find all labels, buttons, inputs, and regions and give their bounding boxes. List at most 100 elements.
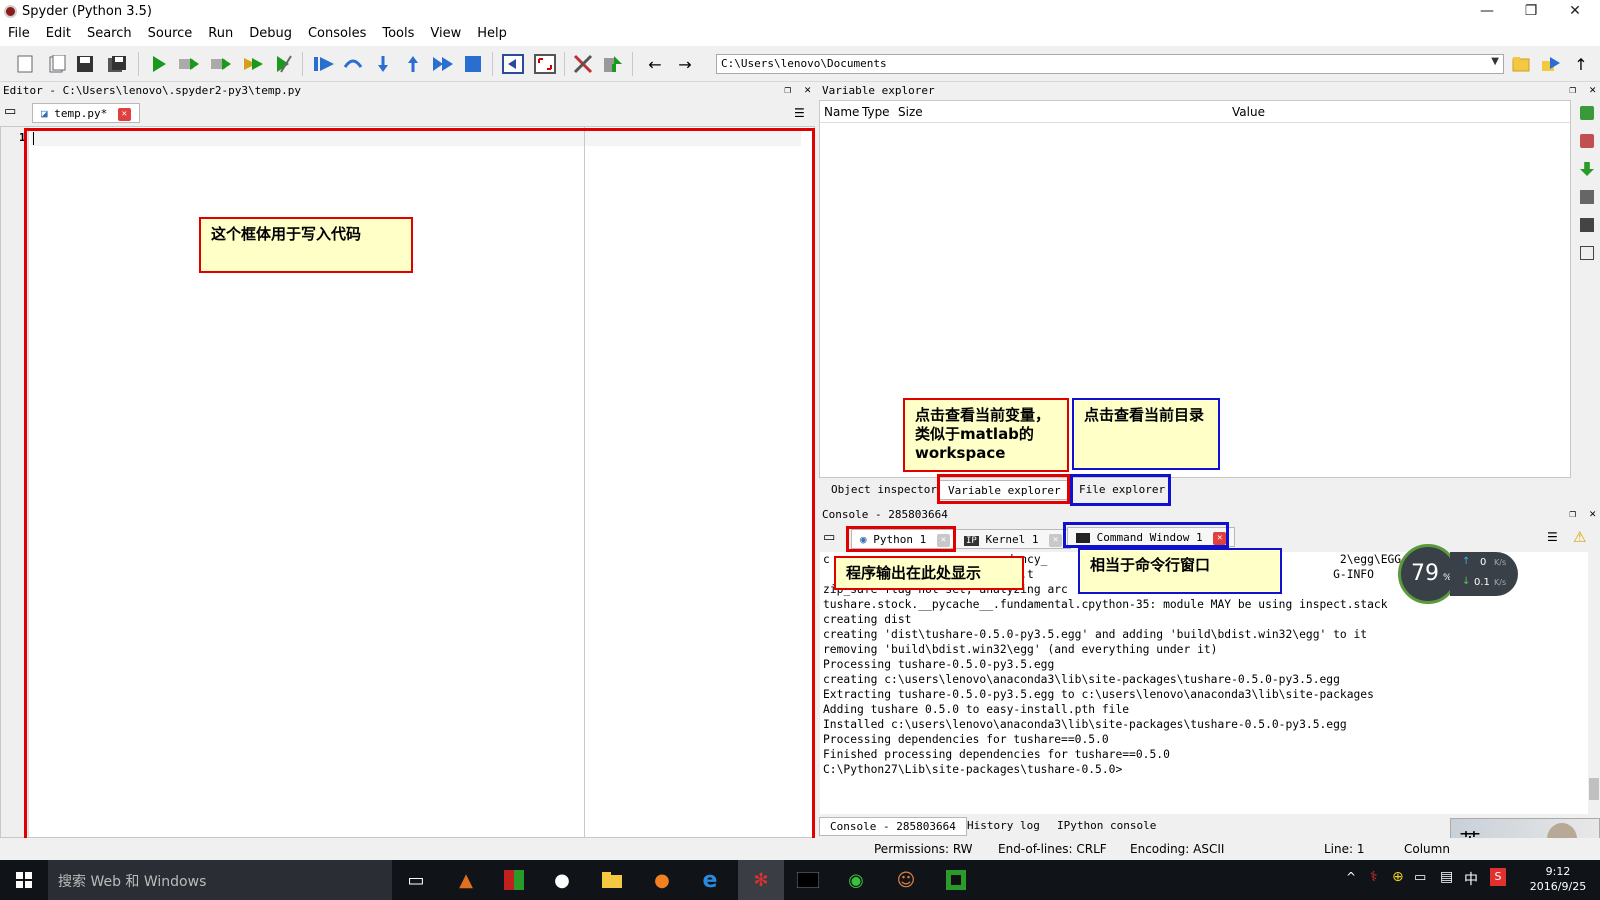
variable-explorer-header: Variable explorer ❐ ✕ [819, 82, 1600, 100]
contacts-icon[interactable]: ☺ [892, 866, 920, 894]
step-return-icon[interactable] [402, 53, 424, 75]
orange-app-icon[interactable]: ● [648, 866, 676, 894]
restore-button[interactable]: ❐ [1508, 0, 1554, 24]
menu-search[interactable]: Search [79, 24, 140, 43]
step-into-icon[interactable] [372, 53, 394, 75]
run-icon[interactable] [148, 53, 170, 75]
menu-view[interactable]: View [422, 24, 469, 43]
tab-kernel-1[interactable]: IP Kernel 1 ✕ [955, 529, 1072, 549]
tab-console[interactable]: Console - 285803664 [819, 817, 967, 836]
parent-directory-icon[interactable]: ↑ [1570, 53, 1592, 75]
warning-icon[interactable]: ⚠ [1573, 528, 1586, 546]
menu-consoles[interactable]: Consoles [300, 24, 374, 43]
preferences-icon[interactable] [572, 53, 594, 75]
file-explorer-icon[interactable] [598, 866, 626, 894]
close-pane-icon[interactable]: ✕ [1589, 83, 1596, 96]
column-value[interactable]: Value [1232, 105, 1265, 119]
tray-action-center-icon[interactable]: ▤ [1440, 869, 1453, 885]
green-app-icon[interactable] [942, 866, 970, 894]
files-annotation-note: 点击查看当前目录 [1072, 398, 1220, 470]
app-red-green-icon[interactable] [500, 866, 528, 894]
tray-chevron-icon[interactable]: ^ [1346, 870, 1356, 884]
tray-ime-indicator[interactable]: 中 [1464, 869, 1478, 889]
tray-sogou-icon[interactable]: S [1490, 868, 1506, 886]
wechat-icon[interactable]: ◉ [842, 866, 870, 894]
close-pane-icon[interactable]: ✕ [1589, 507, 1596, 520]
tray-app-icon[interactable]: ⚕ [1370, 869, 1378, 885]
maximize-pane-icon[interactable] [502, 53, 524, 75]
windows-start-icon[interactable] [10, 866, 38, 894]
undock-icon[interactable]: ❐ [1570, 83, 1577, 96]
back-arrow-icon[interactable]: ← [644, 53, 666, 75]
menu-debug[interactable]: Debug [241, 24, 300, 43]
undock-icon[interactable]: ❐ [785, 83, 792, 96]
forward-arrow-icon[interactable]: → [674, 53, 696, 75]
close-tab-icon[interactable]: ✕ [117, 107, 131, 121]
open-file-icon[interactable] [46, 53, 68, 75]
task-view-icon[interactable]: ▭ [402, 866, 430, 894]
options-menu-icon[interactable] [1580, 246, 1594, 260]
column-name[interactable]: Name [824, 105, 859, 119]
spyder-taskbar-item[interactable]: ✻ [738, 860, 784, 900]
menu-source[interactable]: Source [140, 24, 201, 43]
qq-penguin-icon[interactable]: ● [548, 866, 576, 894]
run-cell-icon[interactable] [178, 53, 200, 75]
options-menu-icon[interactable]: ☰ [1547, 530, 1558, 544]
scrollbar-thumb[interactable] [1589, 778, 1599, 800]
tray-plus-icon[interactable]: ⊕ [1392, 869, 1404, 885]
browse-folder-icon[interactable] [1510, 53, 1532, 75]
tab-ipython-console[interactable]: IPython console [1057, 819, 1156, 832]
browse-tabs-icon[interactable]: ▭ [4, 104, 16, 119]
debug-icon[interactable] [312, 53, 334, 75]
continue-icon[interactable] [432, 53, 454, 75]
tab-history-log[interactable]: History log [967, 819, 1040, 832]
matlab-icon[interactable]: ▲ [452, 866, 480, 894]
column-type[interactable]: Type [862, 105, 890, 119]
step-icon[interactable] [342, 53, 364, 75]
run-config-icon[interactable] [272, 53, 294, 75]
editor-pane-header: Editor - C:\Users\lenovo\.spyder2-py3\te… [0, 82, 815, 100]
save-data-as-icon[interactable] [1580, 218, 1594, 232]
command-window-tab-highlight [1063, 522, 1229, 548]
undock-icon[interactable]: ❐ [1570, 507, 1577, 520]
edge-browser-icon[interactable]: e [696, 866, 724, 894]
working-directory-combobox[interactable]: C:\Users\lenovo\Documents ▼ [716, 54, 1504, 74]
save-all-icon[interactable] [106, 53, 128, 75]
taskbar-search-box[interactable]: 搜索 Web 和 Windows [48, 860, 392, 900]
pythonpath-manager-icon[interactable] [602, 53, 624, 75]
close-button[interactable]: ✕ [1552, 0, 1598, 24]
remove-all-icon[interactable] [1580, 134, 1594, 148]
tray-network-icon[interactable]: ▭ [1414, 870, 1426, 885]
run-cell-advance-icon[interactable] [210, 53, 232, 75]
tray-clock[interactable]: 9:12 2016/9/25 [1524, 864, 1592, 894]
options-menu-icon[interactable]: ☰ [794, 106, 805, 120]
fullscreen-icon[interactable] [534, 53, 556, 75]
download-icon[interactable] [1580, 162, 1594, 176]
menu-file[interactable]: File [0, 24, 38, 43]
close-tab-icon[interactable]: ✕ [1049, 533, 1063, 547]
windows-taskbar: 搜索 Web 和 Windows ▭ ▲ ● ● e ✻ ◉ ☺ ^ ⚕ ⊕ ▭… [0, 860, 1600, 900]
menu-edit[interactable]: Edit [38, 24, 79, 43]
tab-object-inspector[interactable]: Object inspector [823, 480, 945, 500]
browse-tabs-icon[interactable]: ▭ [823, 530, 835, 545]
stop-debug-icon[interactable] [462, 53, 484, 75]
run-selection-icon[interactable] [242, 53, 264, 75]
new-file-icon[interactable] [14, 53, 36, 75]
console-line: Processing tushare-0.5.0-py3.5.egg [823, 658, 1055, 671]
change-directory-icon[interactable] [1540, 53, 1562, 75]
upload-speed: 0 [1480, 557, 1487, 568]
import-data-icon[interactable] [1580, 106, 1594, 120]
console-line: Finished processing dependencies for tus… [823, 748, 1170, 761]
close-pane-icon[interactable]: ✕ [804, 83, 811, 96]
save-icon[interactable] [74, 53, 96, 75]
menu-tools[interactable]: Tools [374, 24, 422, 43]
minimize-button[interactable]: — [1464, 0, 1510, 24]
menu-help[interactable]: Help [469, 24, 515, 43]
menu-run[interactable]: Run [200, 24, 241, 43]
column-size[interactable]: Size [898, 105, 923, 119]
cmd-terminal-icon[interactable] [794, 866, 822, 894]
save-data-icon[interactable] [1580, 190, 1594, 204]
console-scrollbar[interactable] [1588, 552, 1600, 814]
chevron-down-icon[interactable]: ▼ [1491, 56, 1499, 67]
tab-temp-py[interactable]: ◪ temp.py* ✕ [32, 103, 140, 123]
